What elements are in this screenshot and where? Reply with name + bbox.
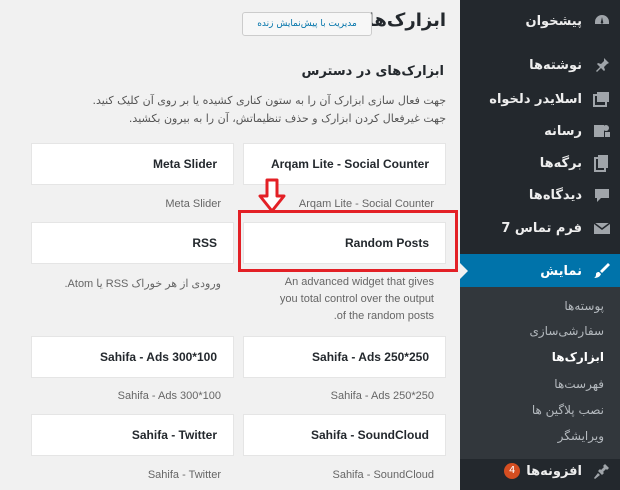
available-widgets-title: ابزارک‌های در دسترس bbox=[301, 64, 444, 79]
menu-item-appearance[interactable]: نمایش bbox=[460, 254, 620, 288]
submenu-item-menus[interactable]: فهرست‌ها bbox=[460, 371, 620, 397]
menu-item-dashboard[interactable]: پیشخوان bbox=[460, 4, 620, 38]
widget-description: Meta Slider bbox=[165, 198, 221, 210]
submenu-item-install-plugins[interactable]: نصب پلاگین ها bbox=[460, 397, 620, 423]
pin-icon bbox=[592, 55, 612, 75]
highlight-box bbox=[238, 210, 458, 272]
widget-rss[interactable]: RSS bbox=[31, 222, 234, 264]
menu-item-label: نمایش bbox=[540, 263, 582, 279]
slider-icon bbox=[592, 89, 612, 109]
widget-meta-slider[interactable]: Meta Slider bbox=[31, 143, 234, 185]
widget-title: Sahifa - Ads 300*100 bbox=[100, 350, 217, 364]
menu-item-plugins[interactable]: افزونه‌ها 4 bbox=[460, 454, 620, 488]
menu-item-custom-slider[interactable]: اسلایدر دلخواه bbox=[460, 82, 620, 116]
menu-item-media[interactable]: رسانه bbox=[460, 114, 620, 148]
down-arrow-icon bbox=[258, 178, 286, 213]
submenu-item-customize[interactable]: سفارشی‌سازی bbox=[460, 318, 620, 344]
live-preview-button[interactable]: مدیریت با پیش‌نمایش زنده bbox=[242, 12, 372, 36]
submenu-item-widgets[interactable]: ابزارک‌ها bbox=[460, 344, 620, 370]
available-widgets-description: جهت فعال سازی ابزارک آن را به ستون کناری… bbox=[26, 92, 446, 128]
widget-title: Arqam Lite - Social Counter bbox=[270, 157, 429, 171]
media-icon bbox=[592, 121, 612, 141]
menu-item-label: اسلایدر دلخواه bbox=[489, 91, 582, 107]
menu-item-label: دیدگاه‌ها bbox=[528, 187, 582, 203]
description-line: you total control over the output bbox=[279, 293, 434, 305]
plugins-icon bbox=[592, 461, 612, 481]
description-line: An advanced widget that gives bbox=[284, 276, 434, 288]
widget-description: ورودی از هر خوراک RSS یا Atom. bbox=[64, 278, 221, 290]
menu-item-comments[interactable]: دیدگاه‌ها bbox=[460, 178, 620, 212]
widget-sahifa-ads-250[interactable]: Sahifa - Ads 250*250 bbox=[243, 336, 446, 378]
comments-icon bbox=[592, 185, 612, 205]
widget-description: Sahifa - Twitter bbox=[147, 469, 221, 481]
description-line: جهت فعال سازی ابزارک آن را به ستون کناری… bbox=[92, 94, 446, 107]
description-line: .of the random posts bbox=[333, 310, 434, 322]
submenu-item-editor[interactable]: ویرایشگر bbox=[460, 423, 620, 449]
menu-item-label: رسانه bbox=[544, 123, 582, 139]
widget-title: RSS bbox=[192, 236, 217, 250]
widget-title: Sahifa - Twitter bbox=[131, 428, 217, 442]
menu-item-label: برگه‌ها bbox=[539, 155, 582, 171]
menu-item-label: نوشته‌ها bbox=[529, 57, 582, 73]
widget-description: Sahifa - Ads 250*250 bbox=[330, 390, 434, 402]
menu-item-pages[interactable]: برگه‌ها bbox=[460, 146, 620, 180]
mail-icon bbox=[592, 218, 612, 238]
update-count-badge: 4 bbox=[504, 463, 521, 479]
description-line: جهت غیرفعال کردن ابزارک و حذف تنظیماتش، … bbox=[128, 112, 446, 125]
widget-title: Sahifa - SoundCloud bbox=[311, 428, 429, 442]
widget-sahifa-ads-300[interactable]: Sahifa - Ads 300*100 bbox=[31, 336, 234, 378]
submenu-item-themes[interactable]: پوسته‌ها bbox=[460, 293, 620, 319]
appearance-submenu: پوسته‌ها سفارشی‌سازی ابزارک‌ها فهرست‌ها … bbox=[460, 287, 620, 459]
page-title: ابزارک‌ها bbox=[367, 10, 446, 31]
widget-description: Sahifa - Ads 300*100 bbox=[117, 390, 221, 402]
menu-item-label: پیشخوان bbox=[525, 13, 583, 29]
widget-description: An advanced widget that gives you total … bbox=[244, 274, 434, 325]
widget-sahifa-soundcloud[interactable]: Sahifa - SoundCloud bbox=[243, 414, 446, 456]
widget-title: Sahifa - Ads 250*250 bbox=[312, 350, 429, 364]
appearance-icon bbox=[592, 261, 612, 281]
admin-sidebar: پیشخوان نوشته‌ها اسلایدر دلخواه رسانه بر… bbox=[460, 0, 620, 490]
menu-item-label: فرم تماس 7 bbox=[501, 220, 582, 236]
dashboard-icon bbox=[592, 11, 612, 31]
pages-icon bbox=[592, 153, 612, 173]
menu-item-label: افزونه‌ها bbox=[526, 463, 582, 479]
menu-item-posts[interactable]: نوشته‌ها bbox=[460, 48, 620, 82]
menu-item-contact-form[interactable]: فرم تماس 7 bbox=[460, 211, 620, 245]
widget-description: Sahifa - SoundCloud bbox=[332, 469, 434, 481]
widget-sahifa-twitter[interactable]: Sahifa - Twitter bbox=[31, 414, 234, 456]
widget-title: Meta Slider bbox=[152, 157, 217, 171]
